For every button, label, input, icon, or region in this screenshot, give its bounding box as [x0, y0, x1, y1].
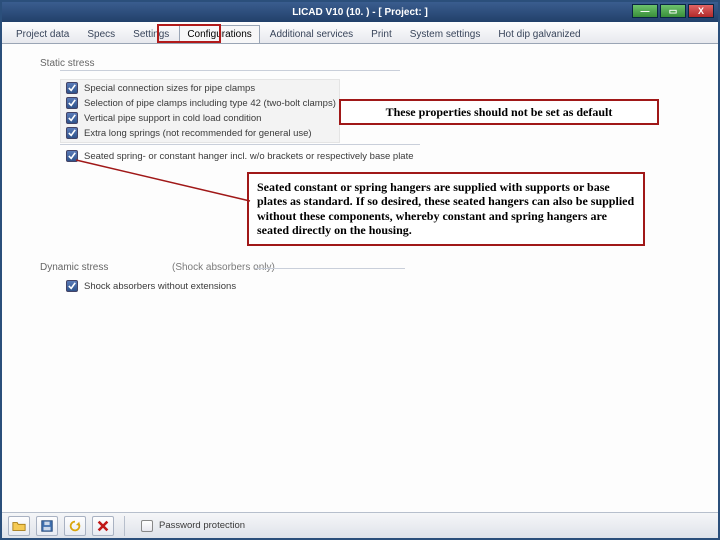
bottom-toolbar: Password protection: [2, 512, 718, 538]
minimize-button[interactable]: —: [632, 4, 658, 18]
checkbox-icon: [141, 520, 153, 532]
titlebar: LICAD V10 (10. ) - [ Project: ] — ▭ X: [2, 2, 718, 22]
option-seated-hanger[interactable]: Seated spring- or constant hanger incl. …: [66, 150, 414, 162]
option-extra-long-springs[interactable]: Extra long springs (not recommended for …: [66, 127, 312, 139]
tab-system-settings[interactable]: System settings: [402, 25, 489, 43]
tab-project-data[interactable]: Project data: [8, 25, 77, 43]
panel-body: Static stress Special connection sizes f…: [2, 44, 718, 512]
close-button[interactable]: X: [688, 4, 714, 18]
open-button[interactable]: [8, 516, 30, 536]
option-pipe-clamps-type42[interactable]: Selection of pipe clamps including type …: [66, 97, 336, 109]
x-icon: [96, 519, 110, 533]
check-icon: [66, 97, 78, 109]
check-icon: [66, 280, 78, 292]
window-controls: — ▭ X: [632, 4, 714, 18]
dynamic-stress-label: Dynamic stress: [40, 262, 108, 273]
app-window: LICAD V10 (10. ) - [ Project: ] — ▭ X Pr…: [0, 0, 720, 540]
window-title: LICAD V10 (10. ) - [ Project: ]: [292, 7, 428, 18]
refresh-button[interactable]: [64, 516, 86, 536]
callout-seated-hanger-info: Seated constant or spring hangers are su…: [247, 172, 645, 246]
tab-specs[interactable]: Specs: [79, 25, 123, 43]
folder-open-icon: [12, 519, 26, 533]
password-protection-toggle[interactable]: Password protection: [141, 520, 245, 532]
refresh-icon: [68, 519, 82, 533]
option-vertical-pipe-support[interactable]: Vertical pipe support in cold load condi…: [66, 112, 261, 124]
tab-print[interactable]: Print: [363, 25, 400, 43]
dynamic-divider: [255, 268, 405, 269]
check-icon: [66, 82, 78, 94]
floppy-icon: [40, 519, 54, 533]
tab-additional-services[interactable]: Additional services: [262, 25, 361, 43]
tab-settings[interactable]: Settings: [125, 25, 177, 43]
callout-default-warning: These properties should not be set as de…: [339, 99, 659, 125]
tab-configurations[interactable]: Configurations: [179, 25, 259, 43]
check-icon: [66, 127, 78, 139]
static-stress-label: Static stress: [40, 58, 94, 69]
option-special-connection[interactable]: Special connection sizes for pipe clamps: [66, 82, 255, 94]
check-icon: [66, 112, 78, 124]
maximize-button[interactable]: ▭: [660, 4, 686, 18]
divider-mid: [60, 144, 420, 145]
tab-bar: Project data Specs Settings Configuratio…: [2, 22, 718, 44]
option-shock-absorbers[interactable]: Shock absorbers without extensions: [66, 280, 236, 292]
check-icon: [66, 150, 78, 162]
toolbar-separator: [124, 516, 125, 536]
static-divider: [60, 70, 400, 71]
tab-hot-dip-galvanized[interactable]: Hot dip galvanized: [490, 25, 588, 43]
delete-button[interactable]: [92, 516, 114, 536]
save-button[interactable]: [36, 516, 58, 536]
